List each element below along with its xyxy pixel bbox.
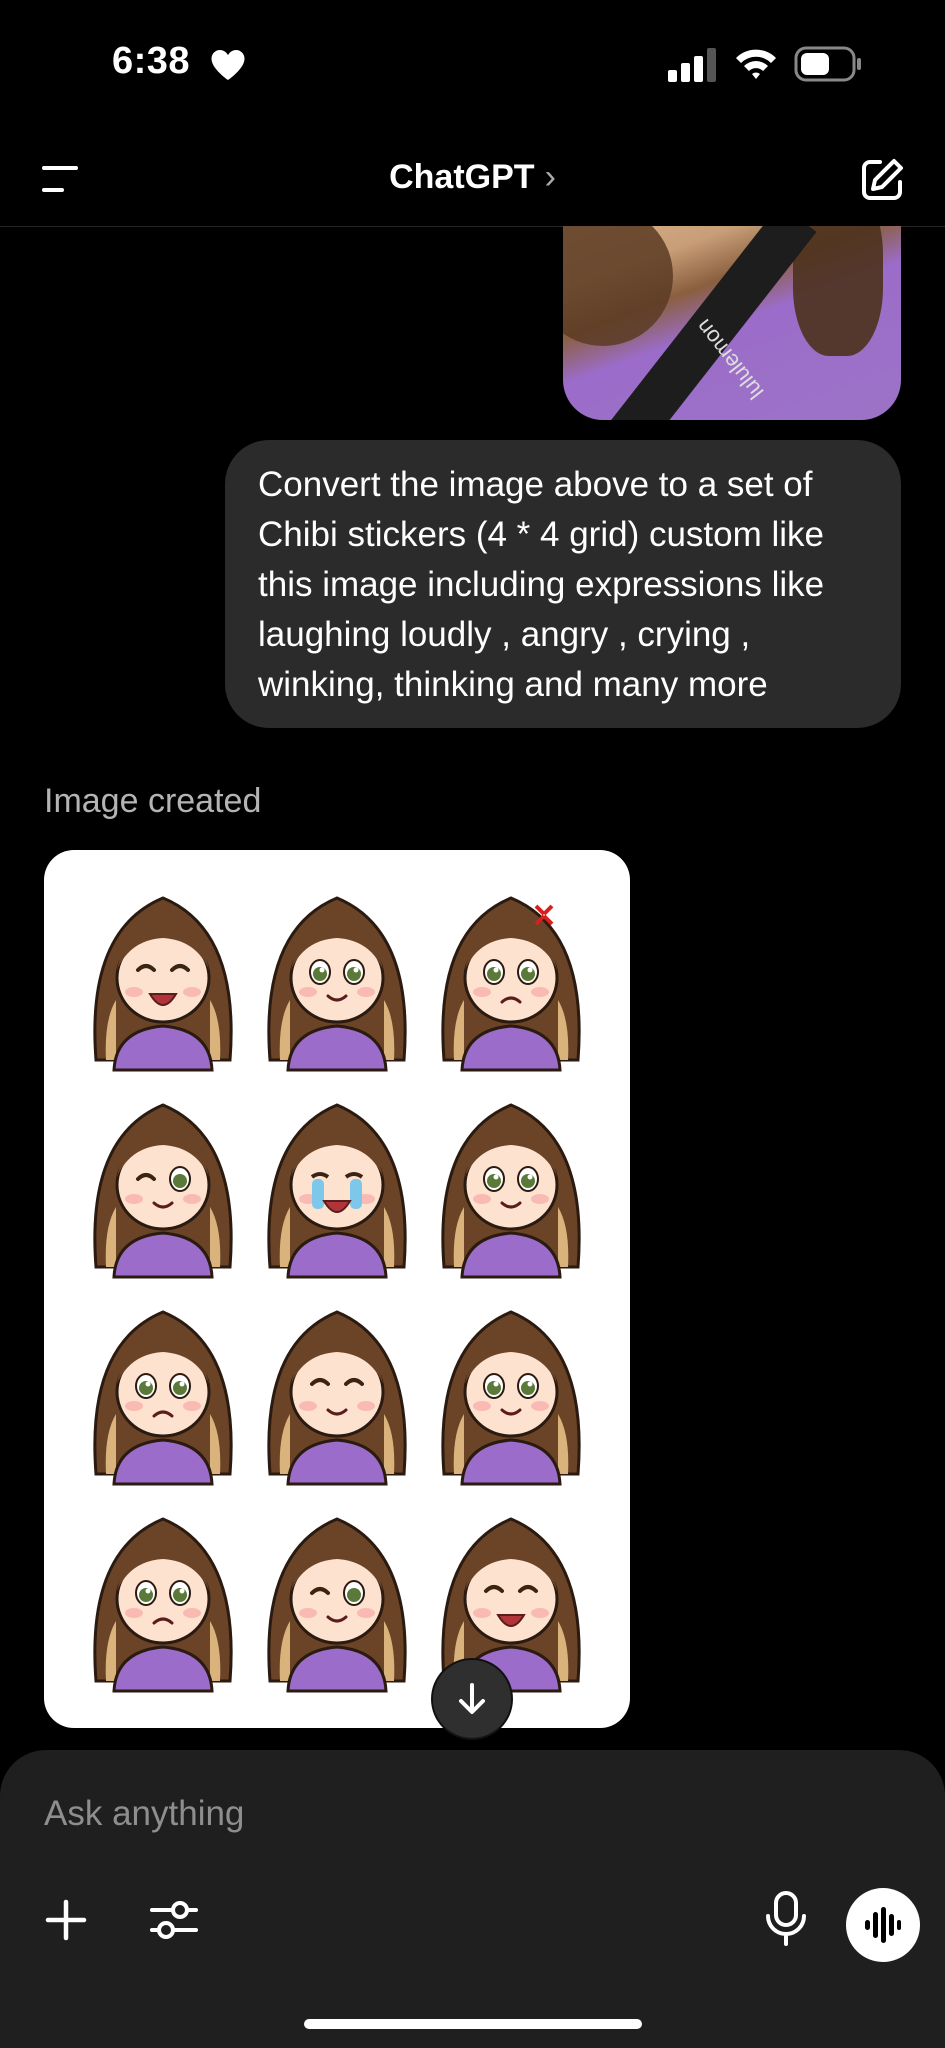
top-nav: ChatGPT › (0, 130, 945, 227)
sliders-icon[interactable] (148, 1894, 200, 1946)
sticker-laughing (76, 870, 250, 1077)
signal-icon (668, 48, 716, 82)
voice-wave-icon (865, 1907, 901, 1943)
battery-icon (794, 46, 861, 82)
image-created-label: Image created (44, 782, 262, 820)
status-bar: 6:38 (0, 0, 945, 130)
uploaded-photo[interactable]: lululemon (563, 226, 901, 420)
sticker-wondering (424, 1284, 598, 1491)
sticker-winking-arms-crossed (250, 1491, 424, 1698)
user-message-bubble: Convert the image above to a set of Chib… (225, 440, 901, 728)
wifi-icon (736, 49, 776, 79)
plus-icon[interactable] (44, 1898, 88, 1942)
status-time: 6:38 (112, 40, 191, 82)
chevron-right-icon: › (544, 158, 556, 196)
sticker-winking (76, 1077, 250, 1284)
sticker-grid (76, 870, 598, 1700)
sticker-thinking (424, 1077, 598, 1284)
chat-title[interactable]: ChatGPT › (0, 158, 945, 197)
home-indicator (304, 2019, 642, 2029)
mic-icon[interactable] (764, 1890, 808, 1948)
compose-icon[interactable] (858, 156, 906, 204)
composer: Ask anything (0, 1750, 945, 2048)
heart-icon (211, 50, 245, 80)
voice-mode-button[interactable] (846, 1888, 920, 1962)
sticker-pouting (76, 1284, 250, 1491)
chat-title-text: ChatGPT (389, 158, 535, 196)
arrow-down-icon (459, 1683, 485, 1714)
message-input[interactable]: Ask anything (44, 1794, 244, 1834)
sticker-teary (76, 1491, 250, 1698)
sticker-angry (424, 870, 598, 1077)
generated-image[interactable] (44, 850, 630, 1728)
sticker-smiling (250, 870, 424, 1077)
sticker-blushing (250, 1284, 424, 1491)
sticker-crying (250, 1077, 424, 1284)
scroll-down-button[interactable] (433, 1660, 511, 1738)
